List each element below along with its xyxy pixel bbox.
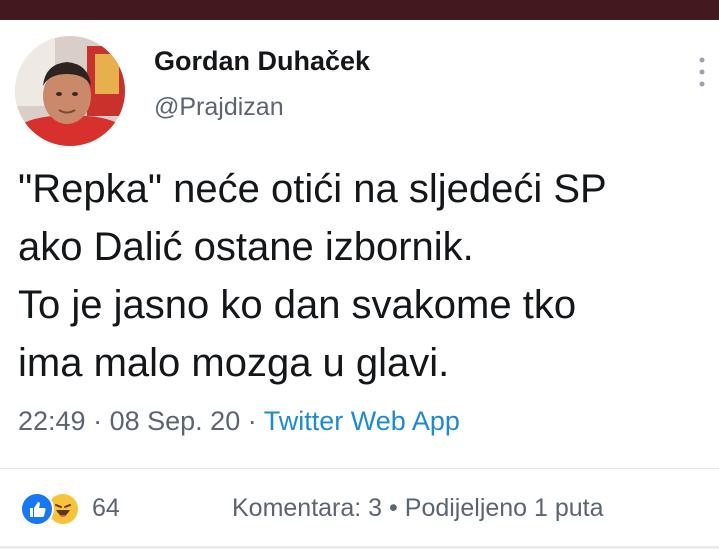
stats-separator: •: [389, 494, 398, 522]
tweet-text-line: ima malo mozga u glavi.: [18, 341, 450, 385]
avatar[interactable]: [15, 36, 125, 146]
avatar-photo: [15, 36, 125, 146]
more-options-icon[interactable]: [692, 52, 712, 92]
tweet-text-line: "Repka" neće otići na sljedeći SP: [18, 167, 607, 211]
shares-count[interactable]: Podijeljeno 1 puta: [405, 494, 604, 522]
meta-separator: ·: [93, 406, 103, 436]
comments-count[interactable]: Komentara: 3: [232, 494, 382, 522]
author-handle[interactable]: @Prajdizan: [154, 93, 284, 122]
tweet-meta: 22:49 · 08 Sep. 20 · Twitter Web App: [18, 406, 460, 437]
tweet-source-link[interactable]: Twitter Web App: [264, 406, 460, 436]
tweet-time: 22:49: [18, 406, 86, 436]
reaction-count: 64: [92, 494, 120, 522]
tweet-date[interactable]: 08 Sep. 20: [110, 406, 241, 436]
divider: [0, 468, 719, 469]
tweet-text: "Repka" neće otići na sljedeći SP ako Da…: [18, 160, 708, 392]
tweet-text-line: ako Dalić ostane izbornik.: [18, 225, 474, 269]
meta-separator: ·: [247, 406, 257, 436]
post-stats: Komentara: 3 • Podijeljeno 1 puta: [232, 494, 604, 523]
top-bar: [0, 0, 719, 20]
author-name[interactable]: Gordan Duhaček: [154, 46, 370, 77]
like-icon: [20, 492, 54, 526]
tweet-text-line: To je jasno ko dan svakome tko: [18, 283, 577, 327]
